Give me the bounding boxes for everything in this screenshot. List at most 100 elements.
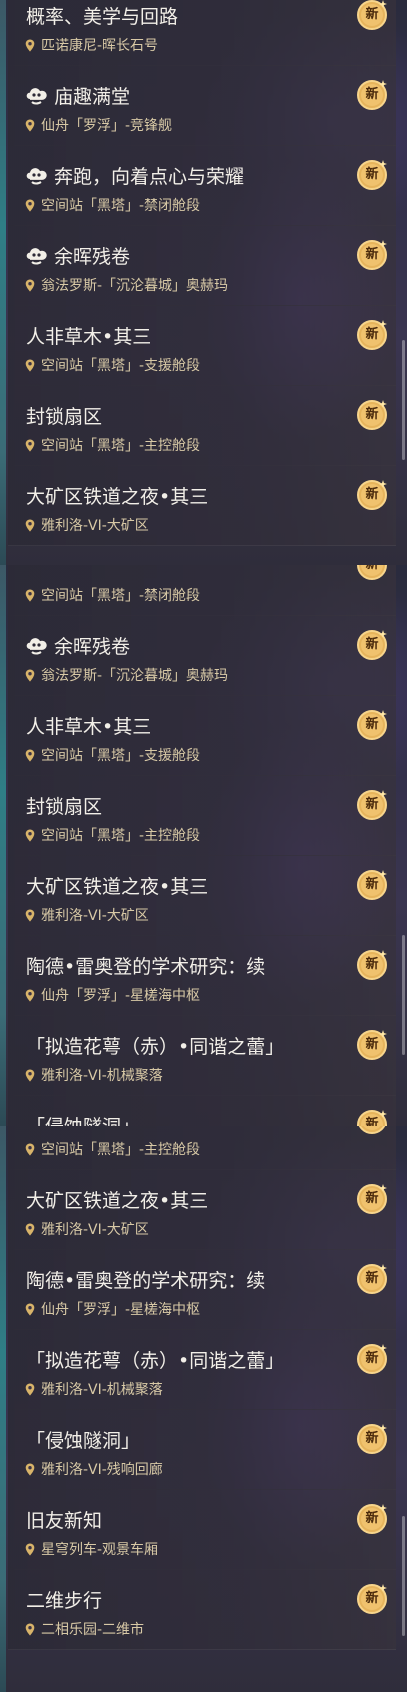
mission-item[interactable]: 大矿区铁道之夜•其三雅利洛-VI-大矿区 新 bbox=[8, 465, 396, 546]
mission-location-text: 空间站「黑塔」-主控舱段 bbox=[41, 828, 201, 844]
mission-title: 奔跑，向着点心与荣耀 bbox=[26, 162, 244, 189]
mission-item[interactable]: 「拟造花萼（赤）•同谐之蕾」 雅利洛-VI-机械聚落 新 bbox=[8, 1329, 396, 1410]
new-badge-label: 新 bbox=[365, 167, 379, 182]
location-pin-icon bbox=[25, 279, 35, 292]
mission-location-text: 雅利洛-VI-大矿区 bbox=[41, 518, 149, 534]
mission-item[interactable]: 「侵蚀隧洞」 雅利洛-VI-残响回廊 新 bbox=[8, 1409, 396, 1490]
mission-location-text: 翁法罗斯-「沉沦暮城」奥赫玛 bbox=[41, 278, 229, 294]
mission-title: 庙趣满堂 bbox=[26, 82, 130, 109]
mission-location-text: 匹诺康尼-晖长石号 bbox=[41, 38, 159, 54]
scrollbar[interactable] bbox=[402, 935, 405, 1055]
new-badge-label: 新 bbox=[365, 637, 379, 652]
mission-title: 概率、美学与回路 bbox=[26, 2, 178, 29]
mission-title-text: 「拟造花萼（赤）•同谐之蕾」 bbox=[26, 1036, 285, 1058]
mission-location-text: 仙舟「罗浮」-星槎海中枢 bbox=[41, 1302, 201, 1318]
mission-item[interactable]: 庙趣满堂仙舟「罗浮」-竞锋舰 新 bbox=[8, 65, 396, 146]
mission-location-text: 二相乐园-二维市 bbox=[41, 1622, 145, 1638]
mission-title-text: 大矿区铁道之夜•其三 bbox=[26, 876, 209, 898]
scrollbar[interactable] bbox=[402, 340, 405, 460]
mission-title: 陶德•雷奥登的学术研究：续 bbox=[26, 952, 265, 979]
mission-title: 「拟造花萼（赤）•同谐之蕾」 bbox=[26, 1346, 284, 1373]
mission-title-text: 二维步行 bbox=[26, 1590, 103, 1612]
location-pin-icon bbox=[25, 119, 35, 132]
mission-location-text: 空间站「黑塔」-支援舱段 bbox=[41, 358, 201, 374]
location-pin-icon bbox=[25, 359, 35, 372]
mission-item[interactable]: 空间站「黑塔」-禁闭舱段 新 bbox=[8, 565, 396, 616]
mission-location: 匹诺康尼-晖长石号 bbox=[25, 35, 158, 55]
mission-item[interactable]: 陶德•雷奥登的学术研究：续仙舟「罗浮」-星槎海中枢 新 bbox=[8, 1249, 396, 1330]
new-badge-label: 新 bbox=[365, 407, 379, 422]
new-badge-icon: 新 bbox=[354, 1027, 390, 1063]
mission-title: 大矿区铁道之夜•其三 bbox=[26, 1186, 208, 1213]
mission-title: 旧友新知 bbox=[26, 1506, 102, 1533]
new-badge-icon: 新 bbox=[354, 317, 390, 353]
mission-location: 空间站「黑塔」-主控舱段 bbox=[25, 435, 200, 455]
new-badge-icon: 新 bbox=[354, 627, 390, 663]
mission-item[interactable]: 余晖残卷 翁法罗斯-「沉沦暮城」奥赫玛 新 bbox=[8, 615, 396, 696]
mission-title-text: 陶德•雷奥登的学术研究：续 bbox=[26, 956, 266, 978]
mission-item[interactable]: 「拟造花萼（赤）•同谐之蕾」 雅利洛-VI-机械聚落 新 bbox=[8, 1015, 396, 1096]
location-pin-icon bbox=[25, 1143, 35, 1156]
mission-title-text: 「侵蚀隧洞」 bbox=[26, 1430, 141, 1452]
mission-title: 大矿区铁道之夜•其三 bbox=[26, 482, 208, 509]
mission-title: 「拟造花萼（赤）•同谐之蕾」 bbox=[26, 1032, 284, 1059]
mission-item[interactable]: 二维步行二相乐园-二维市 新 bbox=[8, 1569, 396, 1650]
new-badge-label: 新 bbox=[365, 1271, 379, 1286]
mission-title: 陶德•雷奥登的学术研究：续 bbox=[26, 1266, 265, 1293]
mission-item[interactable]: 大矿区铁道之夜•其三 雅利洛-VI-大矿区 新 bbox=[8, 855, 396, 936]
mission-location: 仙舟「罗浮」-竞锋舰 bbox=[25, 115, 172, 135]
mission-location-text: 翁法罗斯-「沉沦暮城」奥赫玛 bbox=[41, 668, 229, 684]
new-badge-icon: 新 bbox=[354, 397, 390, 433]
mission-location: 雅利洛-VI-机械聚落 bbox=[25, 1065, 163, 1085]
mission-list-panel-2[interactable]: 空间站「黑塔」-禁闭舱段新余晖残卷翁法罗斯-「沉沦暮城」奥赫玛新人非草木•其三空… bbox=[0, 565, 407, 1126]
mission-item[interactable]: 空间站「黑塔」-主控舱段 新 bbox=[8, 1126, 396, 1170]
mission-location: 空间站「黑塔」-禁闭舱段 bbox=[25, 585, 200, 605]
event-cloud-icon bbox=[26, 167, 48, 185]
mission-location: 空间站「黑塔」-支援舱段 bbox=[25, 745, 200, 765]
mission-location: 雅利洛-VI-残响回廊 bbox=[25, 1459, 163, 1479]
event-cloud-icon bbox=[26, 87, 48, 105]
location-pin-icon bbox=[25, 589, 35, 602]
new-badge-icon: 新 bbox=[354, 1181, 390, 1217]
mission-location-text: 空间站「黑塔」-禁闭舱段 bbox=[41, 198, 201, 214]
mission-location: 空间站「黑塔」-支援舱段 bbox=[25, 355, 200, 375]
mission-location: 空间站「黑塔」-主控舱段 bbox=[25, 825, 200, 845]
mission-title-text: 庙趣满堂 bbox=[54, 86, 131, 108]
location-pin-icon bbox=[25, 1383, 35, 1396]
mission-location: 翁法罗斯-「沉沦暮城」奥赫玛 bbox=[25, 275, 228, 295]
mission-item[interactable]: 封锁扇区 空间站「黑塔」-主控舱段 新 bbox=[8, 775, 396, 856]
new-badge-label: 新 bbox=[365, 247, 379, 262]
mission-item[interactable]: 概率、美学与回路 匹诺康尼-晖长石号 新 bbox=[8, 0, 396, 66]
location-pin-icon bbox=[25, 1223, 35, 1236]
scrollbar[interactable] bbox=[402, 1516, 405, 1636]
new-badge-label: 新 bbox=[365, 87, 379, 102]
mission-item[interactable]: 余晖残卷翁法罗斯-「沉沦暮城」奥赫玛 新 bbox=[8, 225, 396, 306]
location-pin-icon bbox=[25, 749, 35, 762]
mission-title-text: 「侵蚀隧洞」 bbox=[26, 1112, 140, 1126]
new-badge-label: 新 bbox=[365, 487, 379, 502]
mission-item[interactable]: 人非草木•其三 空间站「黑塔」-支援舱段 新 bbox=[8, 695, 396, 776]
mission-title-text: 余晖残卷 bbox=[54, 246, 131, 268]
mission-item[interactable]: 奔跑，向着点心与荣耀空间站「黑塔」-禁闭舱段 新 bbox=[8, 145, 396, 226]
mission-item[interactable]: 陶德•雷奥登的学术研究：续 仙舟「罗浮」-星槎海中枢 新 bbox=[8, 935, 396, 1016]
mission-title-text: 封锁扇区 bbox=[26, 406, 103, 428]
mission-title-text: 旧友新知 bbox=[26, 1510, 103, 1532]
event-cloud-icon bbox=[26, 247, 48, 265]
new-badge-icon: 新 bbox=[354, 867, 390, 903]
mission-item[interactable]: 人非草木•其三 空间站「黑塔」-支援舱段 新 bbox=[8, 305, 396, 386]
new-badge-label: 新 bbox=[365, 1191, 379, 1206]
mission-item[interactable]: 封锁扇区空间站「黑塔」-主控舱段 新 bbox=[8, 385, 396, 466]
mission-title-text: 「拟造花萼（赤）•同谐之蕾」 bbox=[26, 1350, 285, 1372]
new-badge-label: 新 bbox=[365, 1591, 379, 1606]
new-badge-label: 新 bbox=[365, 717, 379, 732]
mission-list-panel-3[interactable]: 空间站「黑塔」-主控舱段新大矿区铁道之夜•其三雅利洛-VI-大矿区新陶德•雷奥登… bbox=[0, 1126, 407, 1692]
mission-item[interactable]: 「侵蚀隧洞」 新 bbox=[8, 1095, 396, 1126]
mission-title: 二维步行 bbox=[26, 1586, 102, 1613]
mission-location: 空间站「黑塔」-禁闭舱段 bbox=[25, 195, 200, 215]
mission-location: 空间站「黑塔」-主控舱段 bbox=[25, 1139, 200, 1159]
mission-list-panel-1[interactable]: 概率、美学与回路 匹诺康尼-晖长石号新庙趣满堂 仙舟「罗浮」-竞锋舰新奔跑，向着点心… bbox=[0, 0, 407, 565]
location-pin-icon bbox=[25, 909, 35, 922]
new-badge-icon: 新 bbox=[354, 787, 390, 823]
mission-item[interactable]: 大矿区铁道之夜•其三 雅利洛-VI-大矿区 新 bbox=[8, 1169, 396, 1250]
mission-item[interactable]: 旧友新知 星穹列车-观景车厢 新 bbox=[8, 1489, 396, 1570]
